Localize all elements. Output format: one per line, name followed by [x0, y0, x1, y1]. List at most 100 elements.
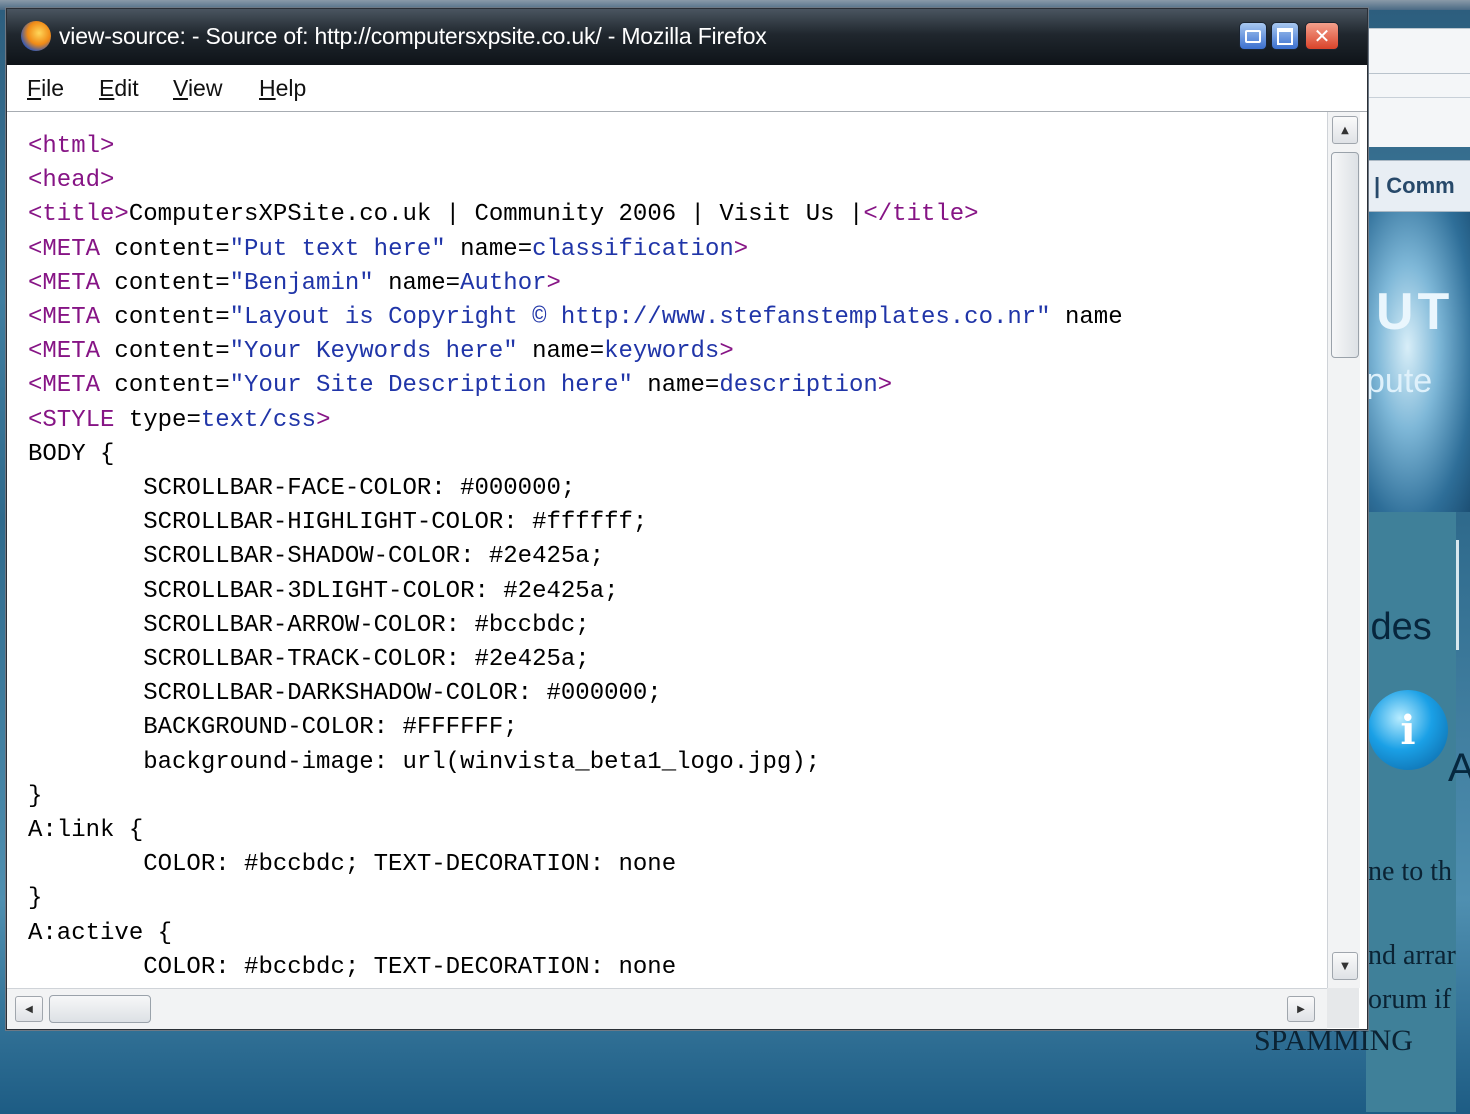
source-token-attr: name= — [632, 372, 720, 400]
source-line: SCROLLBAR-TRACK-COLOR: #2e425a; — [28, 646, 589, 673]
source-line: <STYLE type=text/css> — [28, 407, 330, 434]
window-title: view-source: - Source of: http://compute… — [59, 23, 767, 49]
source-token-txt: COLOR: #bccbdc; TEXT-DECORATION: none — [28, 953, 677, 981]
background-nav-link[interactable]: | Comm — [1374, 173, 1455, 199]
horizontal-scrollbar[interactable]: ◀ ▶ — [7, 988, 1327, 1029]
firefox-icon[interactable] — [21, 21, 51, 51]
background-body-text: orum if — [1368, 984, 1452, 1015]
source-view[interactable]: <html> <head> <title>ComputersXPSite.co.… — [7, 112, 1327, 988]
source-token-txt: BACKGROUND-COLOR: #FFFFFF; — [28, 714, 518, 742]
maximize-button[interactable] — [1271, 22, 1299, 50]
source-line: } — [28, 783, 42, 810]
source-token-txt: BODY { — [28, 440, 115, 468]
menu-edit-access-key: E — [99, 75, 115, 101]
source-token-tag: <META — [28, 372, 115, 400]
source-token-attr: name — [1050, 304, 1123, 332]
source-token-txt: SCROLLBAR-DARKSHADOW-COLOR: #000000; — [28, 680, 662, 708]
background-body-text: nd arrar — [1368, 940, 1456, 971]
view-source-window: view-source: - Source of: http://compute… — [6, 8, 1368, 1030]
minimize-button[interactable] — [1239, 22, 1267, 50]
source-token-attr: name= — [517, 338, 605, 366]
menu-help[interactable]: Help — [259, 75, 306, 102]
info-icon-glyph: i — [1400, 706, 1416, 754]
vertical-scrollbar[interactable]: ▲ ▼ — [1327, 112, 1360, 988]
scroll-up-arrow-icon[interactable]: ▲ — [1332, 116, 1358, 144]
menu-file[interactable]: File — [27, 75, 64, 102]
source-token-tag: <META — [28, 304, 115, 332]
menu-edit[interactable]: Edit — [99, 75, 139, 102]
info-icon: i — [1368, 690, 1448, 770]
menu-help-label: elp — [275, 75, 307, 101]
source-token-val: Author — [460, 269, 547, 297]
source-token-attr: type= — [128, 406, 201, 434]
menu-view[interactable]: View — [173, 75, 222, 102]
source-token-txt: background-image: url(winvista_beta1_log… — [28, 748, 821, 776]
source-token-tag: <title> — [28, 201, 129, 229]
scroll-down-arrow-icon[interactable]: ▼ — [1332, 952, 1358, 980]
source-line: A:link { — [28, 817, 143, 844]
source-line: SCROLLBAR-ARROW-COLOR: #bccbdc; — [28, 612, 589, 639]
source-token-attr: content= — [114, 269, 230, 297]
source-token-tag: <META — [28, 269, 115, 297]
close-icon: ✕ — [1313, 24, 1331, 48]
source-token-tag: > — [733, 235, 749, 263]
menu-file-access-key: F — [27, 75, 42, 101]
maximize-icon — [1277, 27, 1293, 45]
source-token-attr: content= — [114, 372, 230, 400]
source-code[interactable]: <html> <head> <title>ComputersXPSite.co.… — [28, 130, 1123, 985]
source-line: SCROLLBAR-SHADOW-COLOR: #2e425a; — [28, 543, 604, 570]
background-body-text: ne to th — [1368, 856, 1452, 887]
source-token-txt: A:link { — [28, 817, 144, 845]
scroll-right-arrow-icon[interactable]: ▶ — [1287, 996, 1315, 1022]
menu-file-label: ile — [41, 75, 65, 101]
vertical-scroll-thumb[interactable] — [1331, 152, 1359, 358]
source-token-tag: > — [316, 406, 331, 434]
source-token-txt: SCROLLBAR-HIGHLIGHT-COLOR: #ffffff; — [28, 509, 648, 537]
background-divider — [1456, 540, 1459, 650]
source-token-tag: > — [877, 372, 893, 400]
title-bar[interactable]: view-source: - Source of: http://compute… — [7, 9, 1367, 65]
source-token-txt: A:active { — [28, 919, 173, 947]
source-line: COLOR: #bccbdc; TEXT-DECORATION: none — [28, 954, 676, 981]
source-token-attr: name= — [445, 235, 533, 263]
source-token-val: keywords — [604, 338, 720, 366]
menu-view-label: iew — [187, 75, 223, 101]
background-browser-toolbar — [1366, 28, 1470, 147]
source-token-tag: <STYLE — [28, 406, 129, 434]
source-token-val: "Benjamin" — [229, 269, 374, 297]
source-token-tag: > — [719, 338, 734, 366]
source-token-txt: } — [28, 885, 43, 913]
source-token-attr: content= — [114, 338, 230, 366]
source-line: <META content="Benjamin" name=Author> — [28, 270, 561, 297]
source-line: A:active { — [28, 920, 172, 947]
source-token-txt: } — [28, 782, 43, 810]
source-token-txt: SCROLLBAR-FACE-COLOR: #000000; — [28, 475, 576, 503]
source-line: COLOR: #bccbdc; TEXT-DECORATION: none — [28, 851, 676, 878]
source-token-val: "Put text here" — [229, 235, 446, 263]
source-token-val: description — [719, 372, 878, 400]
source-token-txt: SCROLLBAR-SHADOW-COLOR: #2e425a; — [28, 543, 605, 571]
scroll-left-arrow-icon[interactable]: ◀ — [15, 996, 43, 1022]
source-line: background-image: url(winvista_beta1_log… — [28, 749, 820, 776]
menu-view-access-key: V — [173, 75, 188, 101]
background-banner-text: UT — [1376, 283, 1454, 341]
background-info-heading: A — [1448, 746, 1470, 790]
source-line: SCROLLBAR-3DLIGHT-COLOR: #2e425a; — [28, 578, 618, 605]
source-token-tag: </title> — [863, 201, 979, 229]
close-button[interactable]: ✕ — [1305, 22, 1339, 50]
source-token-tag: <META — [28, 338, 115, 366]
source-line: <html> — [28, 133, 114, 160]
source-line: SCROLLBAR-FACE-COLOR: #000000; — [28, 475, 575, 502]
source-token-tag: > — [546, 269, 561, 297]
menu-help-access-key: H — [259, 75, 276, 101]
source-line: <META content="Your Site Description her… — [28, 372, 892, 399]
source-token-tag: <html> — [28, 133, 115, 160]
horizontal-scroll-thumb[interactable] — [49, 995, 151, 1023]
source-token-val: "Layout is Copyright © http://www.stefan… — [229, 304, 1051, 332]
source-token-val: "Your Keywords here" — [229, 338, 518, 366]
source-line: BODY { — [28, 441, 114, 468]
source-line: SCROLLBAR-HIGHLIGHT-COLOR: #ffffff; — [28, 509, 647, 536]
background-nav-strip: | Comm — [1366, 160, 1470, 212]
background-banner-subtext: pute — [1366, 362, 1433, 400]
source-line: <head> — [28, 167, 114, 194]
